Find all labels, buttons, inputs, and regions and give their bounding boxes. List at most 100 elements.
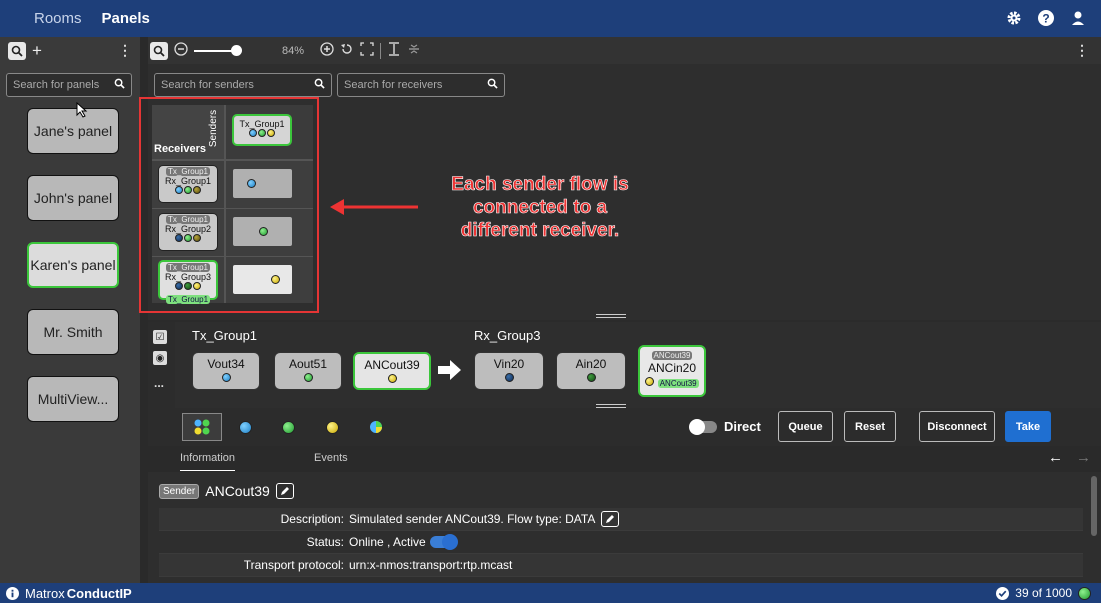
audio-flow-dot (586, 373, 596, 382)
property-row-transport: Transport protocol: urn:x-nmos:transport… (159, 554, 1083, 577)
direct-label: Direct (724, 419, 761, 434)
annotation-line-1: Each sender flow is (451, 174, 629, 196)
panel-search-placeholder: Search for panels (13, 79, 100, 91)
more-options-icon[interactable]: ... (154, 376, 164, 390)
route-preview: ☑ ◉ ... Tx_Group1 Rx_Group3 Vout34 Aout5… (148, 322, 1101, 408)
route-side-controls: ☑ ◉ ... (148, 322, 175, 408)
selected-sender-name: ANCout39 (205, 483, 270, 499)
mixed-flow-icon (370, 421, 382, 433)
property-value: urn:x-nmos:transport:rtp.mcast (349, 558, 513, 572)
sidebar-menu-icon[interactable]: ⋮ (118, 42, 132, 59)
filter-data-flows[interactable] (312, 413, 352, 441)
expand-vertical-icon[interactable] (387, 42, 401, 59)
route-sender-ancout39[interactable]: ANCout39 (353, 352, 431, 390)
sender-search-input[interactable]: Search for senders (154, 73, 332, 97)
panel-item-mr-smith[interactable]: Mr. Smith (27, 309, 119, 355)
property-value: Online , Active (349, 535, 426, 549)
property-key: Description: (280, 512, 344, 526)
route-receiver-label: ANCin20 (647, 361, 697, 375)
search-icon (314, 78, 325, 92)
sidebar-toolbar: + ⋮ (0, 37, 140, 64)
help-icon[interactable]: ? (1037, 9, 1055, 27)
data-flow-icon (325, 420, 339, 434)
zoom-level: 84% (282, 44, 305, 57)
fit-screen-icon[interactable] (360, 42, 374, 59)
video-flow-dot (504, 373, 514, 382)
search-icon (114, 78, 125, 92)
audio-flow-icon (281, 420, 295, 434)
gear-icon[interactable] (1005, 9, 1023, 27)
verified-badge-icon (996, 586, 1010, 600)
data-flow-dot (645, 377, 655, 386)
property-key: Transport protocol: (243, 558, 344, 572)
panels-sidebar: + ⋮ Search for panels Jane's panel John'… (0, 37, 140, 583)
panel-item-karen[interactable]: Karen's panel (27, 242, 119, 288)
panel-item-multiview[interactable]: MultiView... (27, 376, 119, 422)
property-row-description: Description: Simulated sender ANCout39. … (159, 508, 1083, 531)
horizontal-splitter-grip[interactable] (596, 314, 626, 318)
edit-description-icon[interactable] (601, 511, 620, 527)
receiver-search-input[interactable]: Search for receivers (337, 73, 505, 97)
zoom-out-icon[interactable] (174, 42, 188, 59)
receiver-connected-tag: ANCout39 (657, 379, 699, 388)
direct-toggle[interactable] (689, 419, 717, 435)
zoom-slider[interactable] (194, 44, 242, 56)
filter-mixed-flows[interactable] (356, 413, 396, 441)
matrix-toolbar: 84% ⋮ (148, 37, 1101, 64)
route-receiver-ancin20[interactable]: ANCout39 ANCin20 ANCout39 (638, 345, 706, 397)
take-button[interactable]: Take (1005, 411, 1051, 442)
license-count: 39 of 1000 (996, 586, 1091, 600)
brand: Matrox ConductIP (6, 586, 132, 601)
disconnect-button[interactable]: Disconnect (919, 411, 995, 442)
route-arrow-icon (438, 360, 461, 380)
tab-events[interactable]: Events (314, 452, 348, 464)
tab-panels[interactable]: Panels (102, 10, 150, 27)
checkbox-icon[interactable]: ☑ (153, 330, 167, 344)
info-scrollbar[interactable] (1091, 476, 1097, 536)
video-flow-icon (238, 420, 252, 434)
receiver-search-placeholder: Search for receivers (344, 79, 443, 91)
panel-item-john[interactable]: John's panel (27, 175, 119, 221)
radio-icon[interactable]: ◉ (153, 351, 167, 365)
matrix-menu-icon[interactable]: ⋮ (1075, 42, 1089, 59)
route-sender-group-label: Tx_Group1 (192, 328, 258, 343)
annotation-arrow-icon (330, 199, 418, 215)
search-toggle-icon[interactable] (150, 41, 168, 60)
queue-button[interactable]: Queue (778, 411, 833, 442)
info-icon[interactable] (6, 586, 19, 600)
data-flow-dot (387, 374, 397, 383)
search-toggle-icon[interactable] (8, 41, 26, 60)
toolbar-divider (380, 42, 382, 59)
reset-zoom-icon[interactable] (340, 42, 354, 59)
filter-video-flows[interactable] (225, 413, 265, 441)
collapse-vertical-icon[interactable] (407, 42, 421, 59)
route-receiver-group-label: Rx_Group3 (474, 328, 541, 343)
selected-sender-header: Sender ANCout39 (159, 483, 294, 499)
mouse-cursor-icon (76, 102, 88, 118)
annotation-line-3: different receiver. (460, 220, 620, 242)
top-nav-bar: Rooms Panels ? (0, 0, 1101, 37)
property-key: Status: (306, 535, 344, 549)
panel-item-jane[interactable]: Jane's panel (27, 108, 119, 154)
svg-text:?: ? (1042, 12, 1049, 26)
back-arrow-icon[interactable]: ← (1048, 449, 1063, 466)
zoom-in-icon[interactable] (320, 42, 334, 59)
active-status-switch[interactable] (429, 534, 458, 550)
forward-arrow-icon[interactable]: → (1076, 449, 1091, 466)
filter-all-flows[interactable] (182, 413, 222, 441)
edit-name-icon[interactable] (275, 483, 294, 499)
tab-information[interactable]: Information (180, 452, 236, 471)
panel-search-input[interactable]: Search for panels (6, 73, 132, 97)
receiver-source-tag: ANCout39 (651, 351, 693, 360)
route-sender-aout51[interactable]: Aout51 (274, 352, 342, 390)
user-icon[interactable] (1069, 9, 1087, 27)
route-receiver-label: Vin20 (493, 357, 525, 371)
filter-audio-flows[interactable] (268, 413, 308, 441)
add-panel-button[interactable]: + (32, 41, 42, 61)
route-sender-vout34[interactable]: Vout34 (192, 352, 260, 390)
route-receiver-vin20[interactable]: Vin20 (474, 352, 544, 390)
tab-rooms[interactable]: Rooms (34, 10, 82, 27)
search-icon (487, 78, 498, 92)
route-receiver-ain20[interactable]: Ain20 (556, 352, 626, 390)
reset-button[interactable]: Reset (844, 411, 896, 442)
